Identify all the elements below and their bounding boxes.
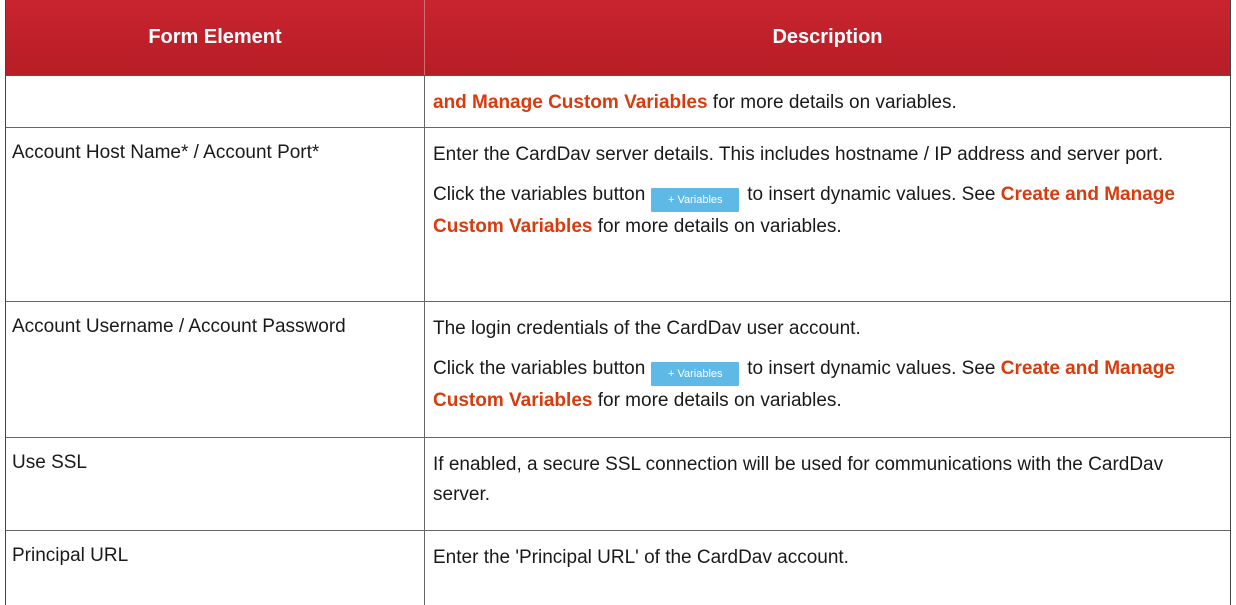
description-text: Enter the 'Principal URL' of the CardDav… xyxy=(433,547,849,568)
row-element-name: Account Username / Account Password xyxy=(6,302,425,437)
form-element-table: Form Element Description and Manage Cust… xyxy=(5,0,1231,605)
table-row: Account Username / Account Password The … xyxy=(6,302,1230,438)
table-header: Form Element Description xyxy=(6,0,1230,76)
row-element-name: Use SSL xyxy=(6,438,425,530)
description-text: If enabled, a secure SSL connection will… xyxy=(433,454,1164,505)
custom-variables-link[interactable]: and Manage Custom Variables xyxy=(433,92,708,113)
row-description: Enter the 'Principal URL' of the CardDav… xyxy=(425,531,1230,605)
description-text: The login credentials of the CardDav use… xyxy=(433,318,861,339)
row-element-name: Account Host Name* / Account Port* xyxy=(6,128,425,301)
row-description: The login credentials of the CardDav use… xyxy=(425,302,1230,437)
row-description: If enabled, a secure SSL connection will… xyxy=(425,438,1230,530)
table-row: and Manage Custom Variables for more det… xyxy=(6,76,1230,128)
header-form-element: Form Element xyxy=(6,0,425,75)
description-text: Enter the CardDav server details. This i… xyxy=(433,144,1164,165)
variables-button[interactable]: + Variables xyxy=(651,188,740,212)
table-row: Use SSL If enabled, a secure SSL connect… xyxy=(6,438,1230,531)
variables-button[interactable]: + Variables xyxy=(651,362,740,386)
table-row: Account Host Name* / Account Port* Enter… xyxy=(6,128,1230,302)
row-element-name: Principal URL xyxy=(6,531,425,605)
row-element-name xyxy=(6,76,425,127)
header-description: Description xyxy=(772,26,883,48)
row-description: Enter the CardDav server details. This i… xyxy=(425,128,1230,301)
row-description: and Manage Custom Variables for more det… xyxy=(433,92,957,113)
table-row: Principal URL Enter the 'Principal URL' … xyxy=(6,531,1230,605)
